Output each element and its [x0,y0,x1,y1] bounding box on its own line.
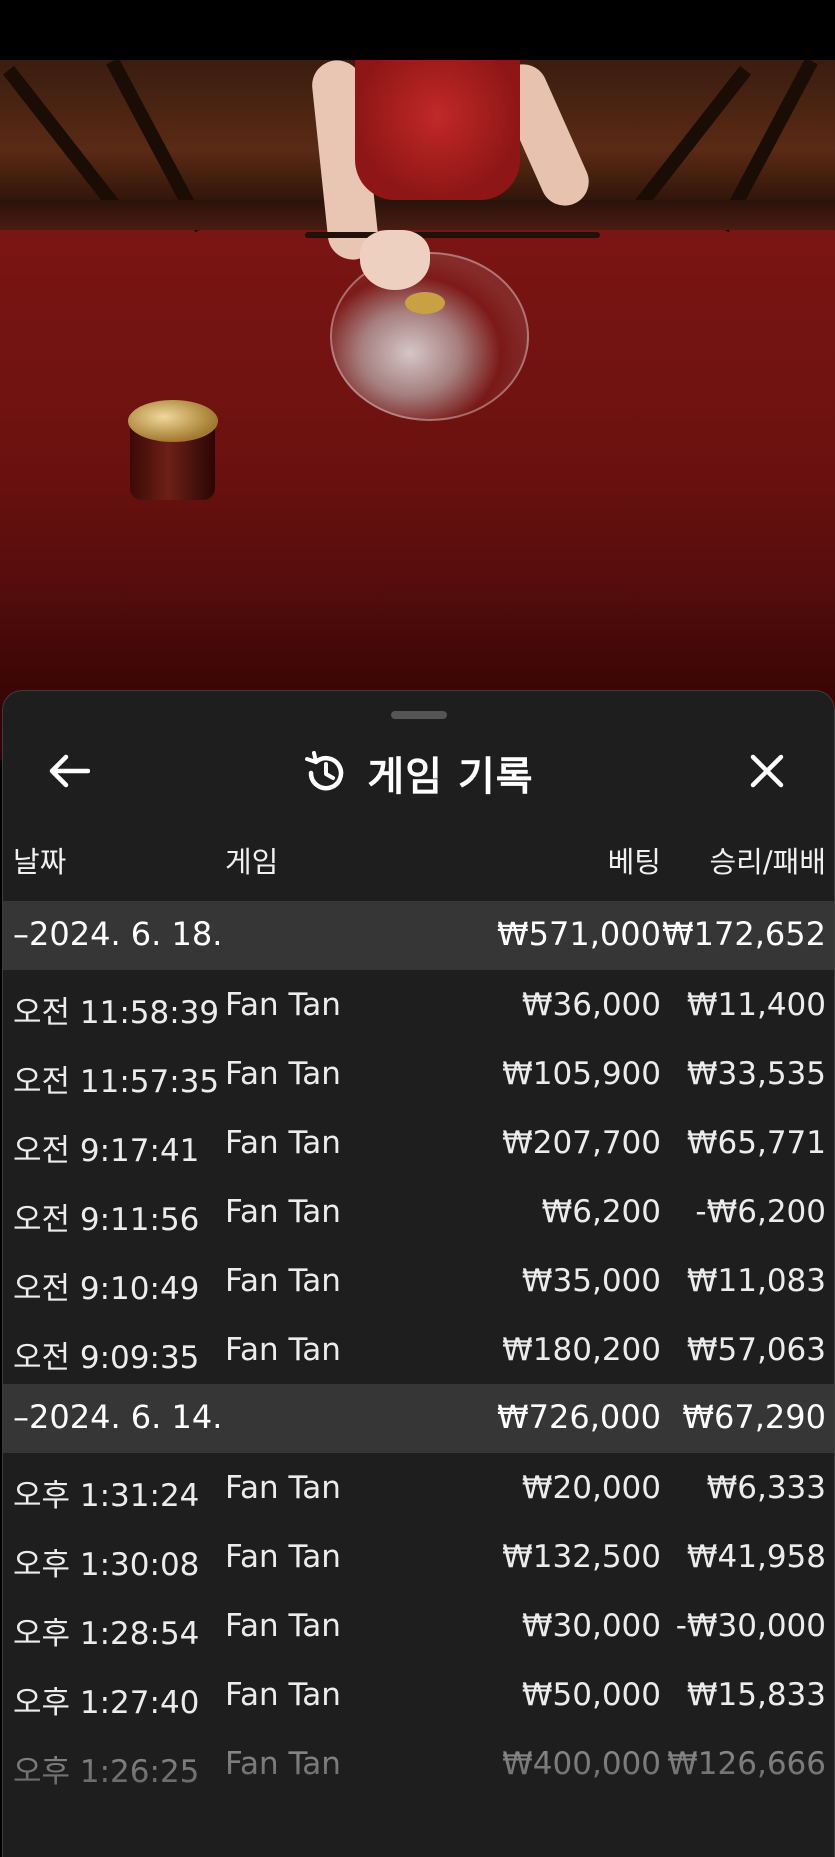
history-row[interactable]: 오후 1:27:40 Fan Tan ₩50,000 ₩15,833 [3,1660,834,1729]
group-bet-total: ₩571,000 [497,915,661,953]
row-game: Fan Tan [225,1194,341,1230]
row-game: Fan Tan [225,1539,341,1575]
row-win-loss: -₩30,000 [675,1608,826,1644]
group-date: –2024. 6. 14. [13,1398,223,1436]
close-icon [749,753,785,793]
history-row[interactable]: 오후 1:30:08 Fan Tan ₩132,500 ₩41,958 [3,1522,834,1591]
close-button[interactable] [735,741,799,805]
row-win-loss: ₩6,333 [706,1470,826,1506]
history-row[interactable]: 오후 1:28:54 Fan Tan ₩30,000 -₩30,000 [3,1591,834,1660]
row-bet: ₩132,500 [502,1539,661,1575]
row-win-loss: ₩11,083 [686,1263,826,1299]
column-header: 날짜 게임 베팅 승리/패배 [3,839,834,883]
row-game: Fan Tan [225,1125,341,1161]
column-bet: 베팅 [607,845,661,879]
row-time: 오후 1:28:54 [13,1616,200,1652]
row-win-loss: ₩126,666 [667,1746,826,1782]
group-bet-total: ₩726,000 [497,1398,661,1436]
row-time: 오후 1:30:08 [13,1547,200,1583]
history-row[interactable]: 오후 1:26:25 Fan Tan ₩400,000 ₩126,666 [3,1729,834,1798]
row-time: 오후 1:26:25 [13,1754,200,1790]
panel-header: 게임 기록 [3,741,834,805]
row-win-loss: ₩57,063 [686,1332,826,1368]
row-win-loss: ₩15,833 [686,1677,826,1713]
group-win-total: ₩172,652 [662,915,826,953]
row-bet: ₩35,000 [521,1263,661,1299]
history-icon [303,750,349,796]
row-bet: ₩36,000 [521,987,661,1023]
history-row[interactable]: 오전 9:17:41 Fan Tan ₩207,700 ₩65,771 [3,1108,834,1177]
dealer-stick [305,232,600,238]
row-win-loss: ₩41,958 [686,1539,826,1575]
column-game: 게임 [225,845,279,879]
panel-title: 게임 기록 [367,754,534,800]
row-bet: ₩50,000 [521,1677,661,1713]
row-bet: ₩20,000 [521,1470,661,1506]
row-win-loss: -₩6,200 [695,1194,826,1230]
group-win-total: ₩67,290 [682,1398,826,1436]
row-time: 오전 9:11:56 [13,1202,200,1238]
date-group-header[interactable]: –2024. 6. 14. ₩726,000 ₩67,290 [3,1384,834,1453]
live-video-stream [0,60,835,760]
row-win-loss: ₩11,400 [686,987,826,1023]
row-time: 오전 9:17:41 [13,1133,200,1169]
column-date: 날짜 [13,845,67,879]
row-bet: ₩180,200 [502,1332,661,1368]
history-row[interactable]: 오후 1:31:24 Fan Tan ₩20,000 ₩6,333 [3,1453,834,1522]
row-game: Fan Tan [225,1746,341,1782]
history-row[interactable]: 오전 9:09:35 Fan Tan ₩180,200 ₩57,063 [3,1315,834,1384]
row-time: 오후 1:31:24 [13,1478,200,1514]
row-bet: ₩400,000 [502,1746,661,1782]
row-win-loss: ₩33,535 [686,1056,826,1092]
drag-handle[interactable] [391,711,447,719]
column-win-loss: 승리/패배 [709,845,827,879]
history-row[interactable]: 오전 11:58:39 Fan Tan ₩36,000 ₩11,400 [3,970,834,1039]
history-row[interactable]: 오전 9:10:49 Fan Tan ₩35,000 ₩11,083 [3,1246,834,1315]
history-row[interactable]: 오전 9:11:56 Fan Tan ₩6,200 -₩6,200 [3,1177,834,1246]
row-game: Fan Tan [225,1470,341,1506]
status-bar [0,0,835,60]
row-game: Fan Tan [225,1677,341,1713]
row-time: 오전 11:58:39 [13,995,220,1031]
row-game: Fan Tan [225,1608,341,1644]
row-time: 오전 9:10:49 [13,1271,200,1307]
dome-handle [405,292,445,314]
row-win-loss: ₩65,771 [686,1125,826,1161]
row-bet: ₩105,900 [502,1056,661,1092]
dealer-hand [360,230,430,290]
row-game: Fan Tan [225,1332,341,1368]
date-group-header[interactable]: –2024. 6. 18. ₩571,000 ₩172,652 [3,901,834,970]
table-rim [0,200,835,230]
history-list[interactable]: –2024. 6. 18. ₩571,000 ₩172,652 오전 11:58… [3,901,834,1798]
history-row[interactable]: 오전 11:57:35 Fan Tan ₩105,900 ₩33,535 [3,1039,834,1108]
game-history-panel: 게임 기록 날짜 게임 베팅 승리/패배 –2024. 6. 18. ₩571,… [2,690,835,1857]
dealer [355,60,520,200]
row-time: 오전 9:09:35 [13,1340,200,1376]
row-game: Fan Tan [225,1056,341,1092]
row-time: 오전 11:57:35 [13,1064,220,1100]
row-bet: ₩6,200 [541,1194,661,1230]
row-bet: ₩30,000 [521,1608,661,1644]
row-game: Fan Tan [225,1263,341,1299]
brass-cup-top [128,400,218,442]
row-game: Fan Tan [225,987,341,1023]
row-bet: ₩207,700 [502,1125,661,1161]
group-date: –2024. 6. 18. [13,915,223,953]
bead-dome [330,252,529,421]
row-time: 오후 1:27:40 [13,1685,200,1721]
